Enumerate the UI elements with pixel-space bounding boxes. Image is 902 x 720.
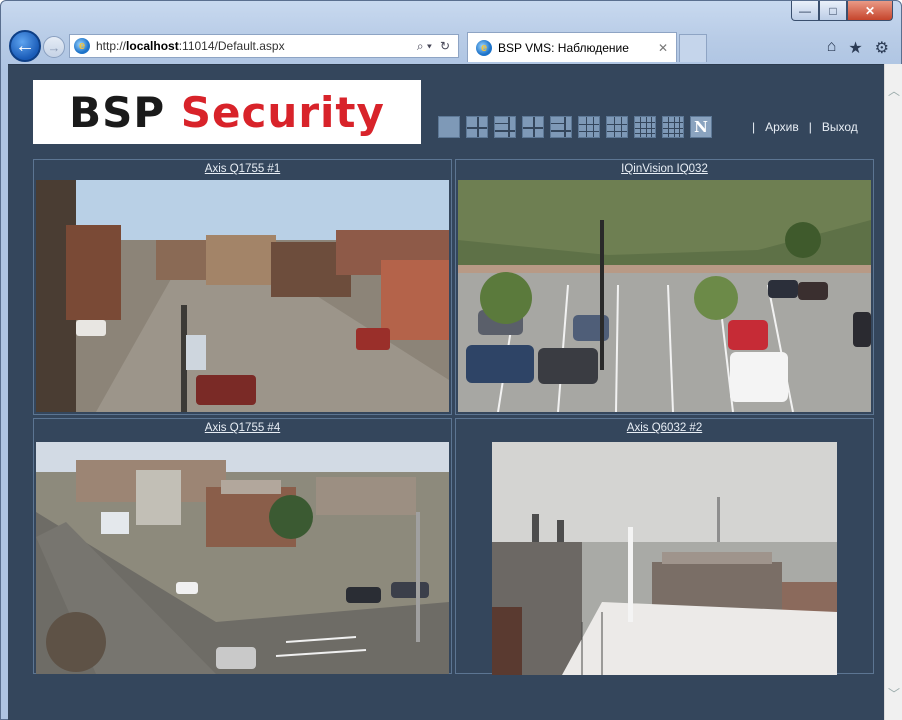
gear-icon[interactable]: ⚙ xyxy=(875,38,889,58)
layout-1x1-button[interactable] xyxy=(438,116,460,138)
camera-feed-intersection[interactable] xyxy=(36,442,449,674)
camera-feed-rooftop[interactable] xyxy=(492,442,837,675)
ie-tab-icon: e xyxy=(476,39,492,56)
url-host: localhost xyxy=(126,39,179,53)
layout-1plus5-button[interactable] xyxy=(494,116,516,138)
window-controls: — □ ✕ xyxy=(791,1,893,21)
refresh-icon[interactable]: ↻ xyxy=(440,39,450,54)
close-button[interactable]: ✕ xyxy=(847,1,893,21)
address-tools: ⌕ ▾ ↻ xyxy=(417,39,458,54)
camera-title[interactable]: Axis Q6032 #2 xyxy=(456,422,873,434)
layout-1plus12-button[interactable] xyxy=(606,116,628,138)
tab-title: BSP VMS: Наблюдение xyxy=(498,40,629,55)
layout-1plus7-button[interactable] xyxy=(550,116,572,138)
camera-feed-parking[interactable] xyxy=(458,180,871,412)
chevron-up-icon[interactable]: ︿ xyxy=(888,82,900,99)
bsp-security-logo: BSP Security xyxy=(33,80,421,144)
home-icon[interactable]: ⌂ xyxy=(827,38,837,58)
camera-title[interactable]: IQinVision IQ032 xyxy=(456,163,873,175)
page-content: BSP Security N | Архив | Выход Axis Q175… xyxy=(8,64,884,720)
top-links: | Архив | Выход xyxy=(752,120,858,134)
layout-4x4-button[interactable] xyxy=(634,116,656,138)
camera-panel: IQinVision IQ032 xyxy=(455,159,874,415)
layout-selector: N xyxy=(438,116,712,138)
tab-active[interactable]: e BSP VMS: Наблюдение ✕ xyxy=(467,32,677,62)
exit-link[interactable]: Выход xyxy=(822,120,858,134)
arrow-left-icon: ← xyxy=(15,34,35,57)
camera-panel: Axis Q6032 #2 xyxy=(455,418,874,675)
chevron-down-icon[interactable]: ﹀ xyxy=(888,685,900,702)
url-prefix: http:// xyxy=(96,39,127,53)
camera-panel: Axis Q1755 #4 xyxy=(33,418,452,674)
new-tab-button[interactable] xyxy=(679,34,707,62)
browser-toolbar-icons: ⌂ ★ ⚙ xyxy=(827,38,889,58)
camera-title[interactable]: Axis Q1755 #4 xyxy=(34,422,451,434)
address-bar[interactable]: e http://localhost:11014/Default.aspx ⌕ … xyxy=(69,34,459,58)
layout-2x2-button[interactable] xyxy=(466,116,488,138)
link-separator: | xyxy=(808,120,812,134)
minimize-button[interactable]: — xyxy=(791,1,819,21)
camera-feed-street[interactable] xyxy=(36,180,449,412)
maximize-button[interactable]: □ xyxy=(819,1,847,21)
layout-3x3-button[interactable] xyxy=(578,116,600,138)
back-button[interactable]: ← xyxy=(9,30,41,62)
search-dropdown-icon[interactable]: ⌕ ▾ xyxy=(417,39,432,54)
layout-4x4-alt-button[interactable] xyxy=(662,116,684,138)
archive-link[interactable]: Архив xyxy=(765,120,799,134)
camera-panel: Axis Q1755 #1 xyxy=(33,159,452,415)
arrow-right-icon: → xyxy=(47,39,61,55)
camera-title[interactable]: Axis Q1755 #1 xyxy=(34,163,451,175)
ie-page-icon: e xyxy=(74,38,90,54)
tab-close-icon[interactable]: ✕ xyxy=(658,41,668,55)
vertical-scrollbar[interactable]: ︿ ﹀ xyxy=(884,64,902,720)
url-path: :11014/Default.aspx xyxy=(178,39,285,53)
link-separator: | xyxy=(752,120,756,134)
navigation-bar: ← → e http://localhost:11014/Default.asp… xyxy=(9,28,893,64)
layout-n-button[interactable]: N xyxy=(690,116,712,138)
forward-button[interactable]: → xyxy=(43,36,65,58)
favorites-star-icon[interactable]: ★ xyxy=(848,38,862,58)
layout-quad-alt-button[interactable] xyxy=(522,116,544,138)
logo-text: BSP Security xyxy=(69,87,385,137)
